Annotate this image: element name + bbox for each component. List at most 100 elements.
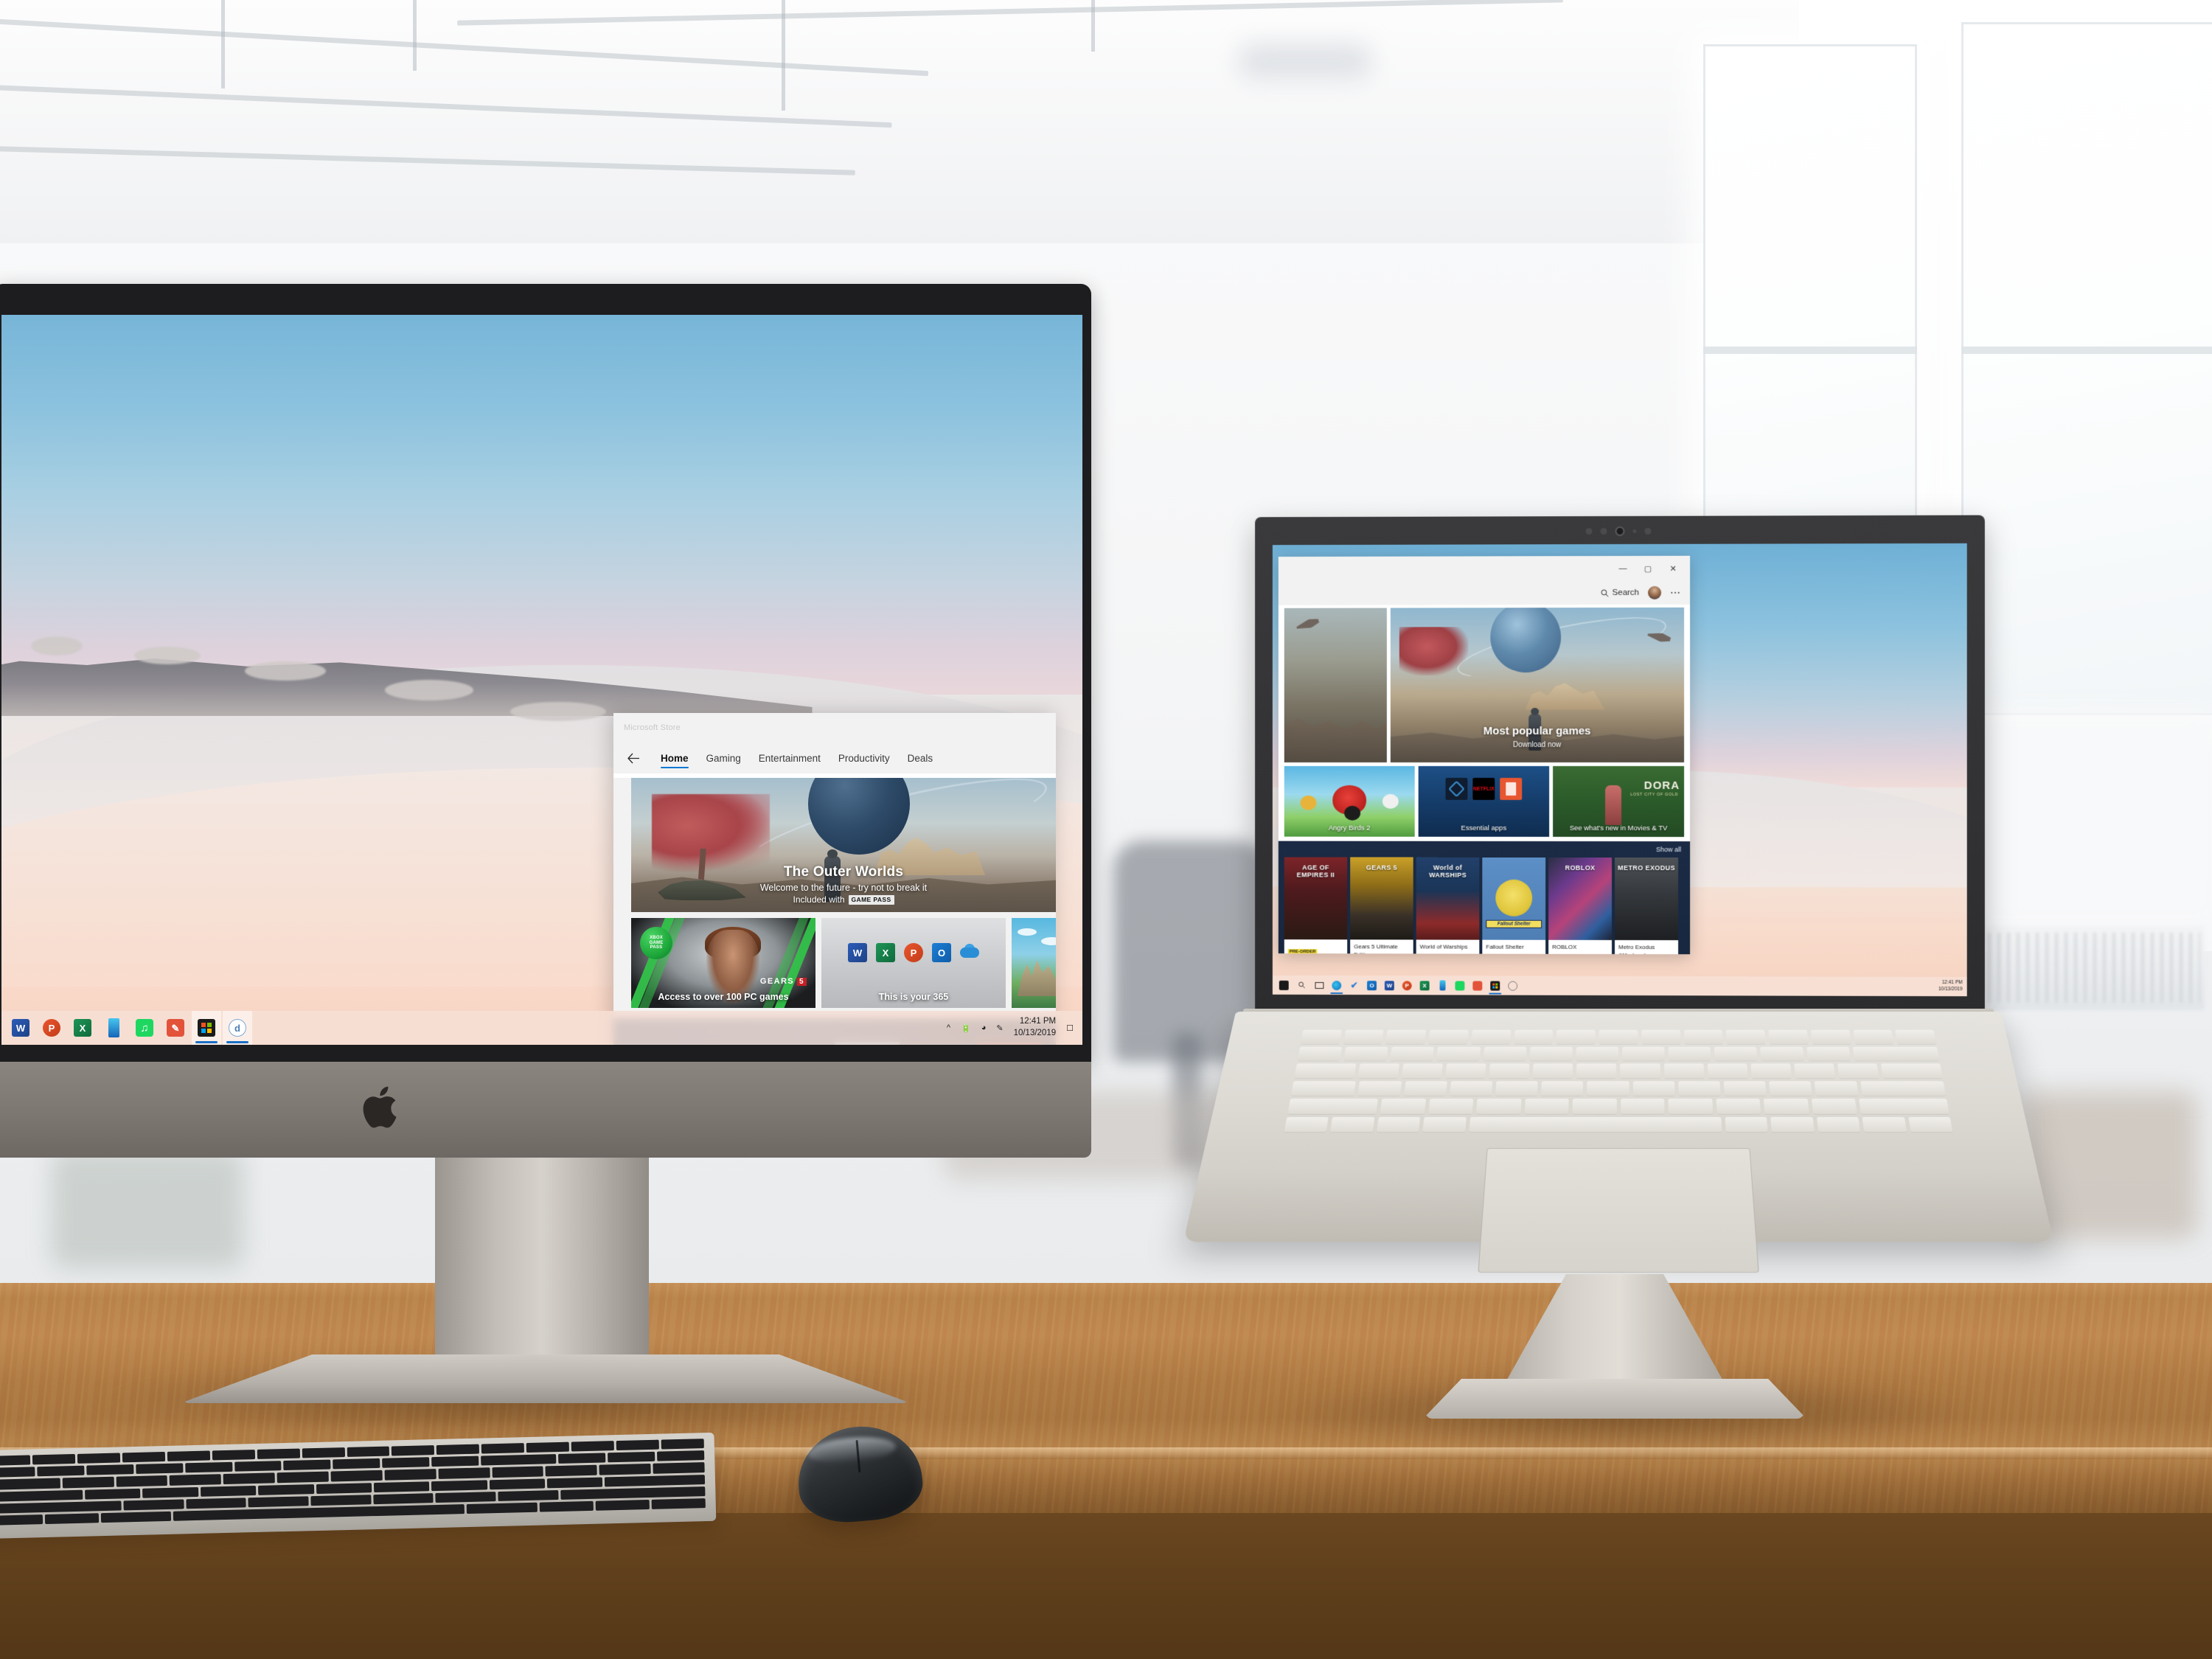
game-art-label: METRO EXODUS — [1618, 863, 1675, 872]
apple-magic-keyboard[interactable] — [0, 1432, 717, 1540]
vault-boy-decoration — [1495, 879, 1533, 917]
laptop-clock-time: 12:41 PM — [1941, 980, 1963, 986]
taskbar-app-list: W P X ♫ ✎ d — [1, 1011, 252, 1045]
store-titlebar: Microsoft Store — [613, 713, 1056, 742]
excel-taskbar-icon[interactable]: X — [68, 1011, 97, 1045]
tile-movies-and-tv[interactable]: DORA LOST CITY OF GOLD See what's new in… — [1553, 765, 1685, 838]
more-options-icon[interactable]: ⋯ — [1670, 586, 1681, 599]
show-all-link[interactable]: Show all — [1656, 846, 1681, 853]
outlook-taskbar-icon[interactable]: O — [1363, 975, 1380, 995]
start-taskbar-icon[interactable] — [1276, 975, 1293, 995]
excel-taskbar-icon[interactable]: X — [1416, 975, 1433, 995]
your-phone-taskbar-icon[interactable] — [1434, 975, 1451, 995]
search-label: Search — [1612, 588, 1640, 598]
action-center-icon[interactable]: ☐ — [1066, 1023, 1074, 1033]
microsoft-store-window[interactable]: Microsoft Store Home Gaming Entertainmen… — [613, 713, 1056, 1045]
office-icon-group: W X P O — [821, 943, 1006, 962]
hero-banner-the-outer-worlds[interactable]: The Outer Worlds Welcome to the future -… — [631, 778, 1056, 912]
edge-taskbar-icon[interactable] — [1328, 975, 1345, 995]
game-card-fallout-shelter[interactable]: Fallout Shelter Fallout Shelter ★★★★☆ 57… — [1482, 857, 1546, 955]
desk-front-panel — [0, 1513, 2212, 1659]
paint-3d-taskbar-icon[interactable] — [1469, 976, 1486, 995]
your-phone-taskbar-icon[interactable] — [99, 1011, 128, 1045]
show-hidden-icons-chevron[interactable]: ^ — [947, 1023, 950, 1032]
laptop-system-tray[interactable]: 12:41 PM 10/13/2019 — [1938, 980, 1967, 993]
tile-game-pass[interactable]: XBOX GAME PASS GEARS 5 Access to over 100 … — [631, 918, 815, 1008]
wifi-icon[interactable]: ◕ — [981, 1023, 987, 1032]
game-art-label: ROBLOX — [1565, 863, 1596, 872]
window-controls: — ▢ ✕ — [1610, 556, 1686, 581]
todo-taskbar-icon[interactable]: ✔ — [1346, 975, 1363, 995]
battery-icon[interactable]: 🔋 — [961, 1023, 971, 1033]
laptop-microsoft-store-window[interactable]: — ▢ ✕ Search ⋯ Most popular games Downlo… — [1278, 555, 1691, 955]
powerpoint-taskbar-icon[interactable]: P — [37, 1011, 66, 1045]
minimize-button[interactable]: — — [1610, 556, 1635, 581]
planet-ring-decoration — [1453, 607, 1671, 690]
word-taskbar-icon[interactable]: W — [1381, 975, 1398, 995]
spotify-taskbar-icon[interactable] — [1451, 975, 1468, 995]
laptop-stand-foot — [1423, 1379, 1806, 1419]
tile-side-art[interactable] — [1284, 608, 1387, 763]
settings-taskbar-icon[interactable] — [1504, 976, 1521, 995]
tab-productivity-label: Productivity — [838, 752, 890, 764]
game-card-art: GEARS 5 — [1350, 857, 1413, 940]
microsoft-store-taskbar-icon[interactable] — [192, 1011, 221, 1045]
game-card-gears-5[interactable]: GEARS 5 Gears 5 Ultimate Edition ★★★☆☆ 3… — [1350, 857, 1413, 955]
tab-productivity[interactable]: Productivity — [830, 742, 899, 773]
office-icon — [1500, 777, 1523, 800]
essential-apps-icon-group: NETFLIX — [1419, 777, 1549, 800]
game-art-label: Fallout Shelter — [1486, 919, 1543, 928]
red-tree-decoration — [652, 794, 770, 872]
red-tree-decoration — [1399, 627, 1469, 676]
tile-angry-birds-caption: Angry Birds 2 — [1328, 824, 1371, 832]
powerpoint-taskbar-icon[interactable]: P — [1399, 975, 1416, 995]
castle-decoration — [1018, 960, 1056, 996]
dora-subtitle: LOST CITY OF GOLD — [1630, 793, 1679, 798]
pen-icon[interactable]: ✎ — [996, 1023, 1003, 1033]
powerpoint-icon: P — [904, 943, 923, 962]
laptop-hero-subtitle: Download now — [1512, 741, 1562, 750]
tile-essential-apps[interactable]: NETFLIX Essential apps — [1418, 765, 1550, 837]
imac-screen: Microsoft Store Home Gaming Entertainmen… — [1, 315, 1082, 1045]
user-avatar-icon[interactable] — [1648, 585, 1662, 599]
microsoft-store-taskbar-icon[interactable] — [1486, 976, 1503, 995]
tab-deals-label: Deals — [907, 752, 933, 764]
tile-angry-birds-2[interactable]: Angry Birds 2 — [1284, 765, 1415, 837]
task-view-taskbar-icon[interactable] — [1311, 975, 1328, 995]
game-card-world-of-warships[interactable]: World of WARSHIPS World of Warships ★★★☆… — [1416, 857, 1480, 955]
game-card-title: World of Warships — [1419, 943, 1468, 950]
tab-gaming[interactable]: Gaming — [698, 742, 750, 773]
laptop-trackpad[interactable] — [1478, 1148, 1759, 1273]
word-taskbar-icon[interactable]: W — [6, 1011, 35, 1045]
word-icon: W — [848, 943, 867, 962]
tile-microsoft-365[interactable]: W X P O This is your 365 — [821, 918, 1006, 1008]
paint-3d-taskbar-icon[interactable]: ✎ — [161, 1011, 190, 1045]
close-button[interactable]: ✕ — [1660, 556, 1686, 581]
gears-5-logo: GEARS 5 — [760, 977, 807, 986]
game-card-metro-exodus[interactable]: METRO EXODUS Metro Exodus (Windows) ★★☆☆… — [1615, 857, 1679, 955]
netflix-icon: NETFLIX — [1472, 777, 1495, 800]
tile-most-popular-games[interactable]: Most popular games Download now — [1390, 607, 1685, 763]
maximize-button[interactable]: ▢ — [1635, 556, 1660, 581]
outlook-icon: O — [932, 943, 951, 962]
back-arrow-icon[interactable] — [624, 748, 643, 768]
tab-home[interactable]: Home — [652, 742, 698, 773]
taskbar-clock[interactable]: 12:41 PM 10/13/2019 — [1014, 1016, 1057, 1039]
laptop-taskbar-app-list: ✔ O W P X — [1273, 975, 1521, 995]
hero-subtitle: Welcome to the future - try not to break… — [759, 883, 928, 893]
search-button[interactable]: Search — [1601, 588, 1639, 597]
drawboard-taskbar-icon[interactable]: d — [223, 1011, 252, 1045]
laptop-keyboard[interactable] — [1284, 1029, 1953, 1133]
game-card-roblox[interactable]: ROBLOX ROBLOX ★★★★☆ 1K — [1548, 857, 1613, 955]
hero-title: The Outer Worlds — [783, 864, 904, 880]
tab-entertainment[interactable]: Entertainment — [750, 742, 830, 773]
spotify-taskbar-icon[interactable]: ♫ — [130, 1011, 159, 1045]
search-taskbar-icon[interactable] — [1293, 975, 1310, 995]
tab-deals[interactable]: Deals — [899, 742, 942, 773]
game-card-age-of-empires[interactable]: AGE OF EMPIRES II PRE-ORDER Age of Empir… — [1284, 857, 1348, 955]
laptop-windows-taskbar: ✔ O W P X 12:41 PM 10/13/2019 — [1272, 975, 1967, 997]
game-card-meta: PRE-ORDER Age of Empires II: Definitive … — [1284, 939, 1347, 955]
laptop-hero-title: Most popular games — [1483, 725, 1591, 738]
tile-third-promo[interactable] — [1012, 918, 1056, 1008]
store-app-title: Microsoft Store — [624, 723, 681, 732]
